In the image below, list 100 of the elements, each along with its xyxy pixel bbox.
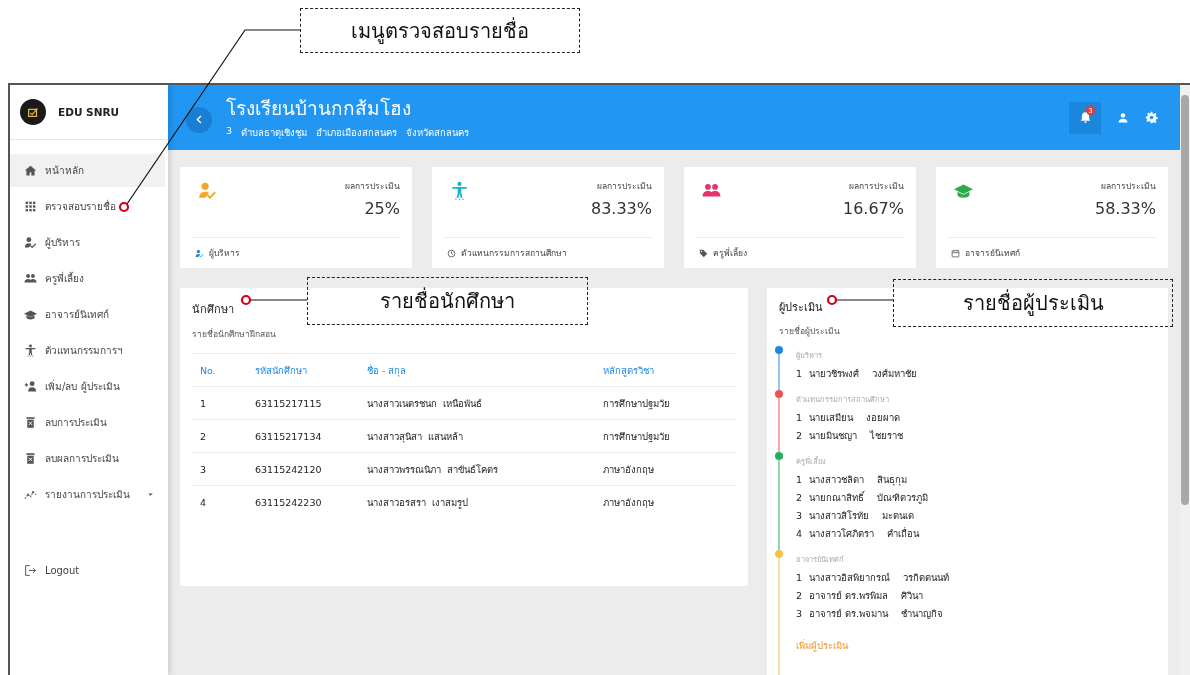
person-number: 3 (796, 509, 803, 521)
table-cell: 1 (192, 386, 247, 420)
menu-item[interactable]: ตรวจสอบรายชื่อ (10, 190, 165, 223)
person-name: อาจารย์ ดร.พจมาน (809, 606, 889, 621)
table-cell: 63115242120 (247, 452, 359, 486)
menu-item[interactable]: อาจารย์นิเทศก์ (10, 298, 165, 331)
school-name: โรงเรียนบ้านกกส้มโฮง (226, 95, 412, 120)
table-cell: 63115217115 (247, 386, 359, 420)
user-icon (1117, 111, 1129, 124)
person-surname: สินธุกุม (877, 472, 908, 487)
person-number: 1 (796, 571, 803, 583)
person-name: อาจารย์ ดร.พรพิมล (809, 588, 889, 603)
graduation-cap-icon (24, 308, 37, 321)
address-text: อำเภอเมืองสกลนคร (316, 125, 398, 140)
line-chart-icon (24, 488, 37, 501)
user-check-icon (195, 248, 204, 258)
menu-item[interactable]: ลบการประเมิน (10, 406, 165, 439)
menu-item[interactable]: ผู้บริหาร (10, 226, 165, 259)
person-number: 2 (796, 589, 803, 601)
person-number: 1 (796, 473, 803, 485)
trash-icon (24, 416, 37, 429)
leader-line (835, 299, 894, 301)
result-value: 83.33% (591, 199, 652, 218)
result-value: 25% (363, 199, 400, 218)
table-cell: 63115217134 (247, 419, 359, 453)
calendar-icon (951, 248, 960, 258)
person-name: นางสาวโศภิตรา (809, 526, 875, 541)
table-cell: ภาษาอังกฤษ (595, 485, 736, 518)
person-surname: ศิวินา (901, 588, 924, 603)
callout-marker (826, 294, 838, 306)
menu-item[interactable]: เพิ่ม/ลบ ผู้ประเมิน (10, 370, 165, 403)
result-label: ผลการประเมิน (1100, 180, 1156, 193)
trash-icon (24, 452, 37, 465)
person-name: นางสาวอิสพิยากรณ์ (809, 570, 891, 585)
user-plus-icon (24, 380, 37, 393)
result-label: ผลการประเมิน (345, 180, 400, 193)
person-number: 2 (796, 491, 803, 503)
person-surname: มะตนเด (882, 508, 915, 523)
table-cell: 3 (192, 452, 247, 486)
person-surname: บัณฑิตวรภูมิ (877, 490, 929, 505)
callout-box: รายชื่อนักศึกษา (307, 277, 588, 325)
person-name: นางสาวชลิดา (809, 472, 865, 487)
card-footer-text: อาจารย์นิเทศก์ (965, 247, 1020, 260)
settings-button[interactable] (1145, 111, 1158, 124)
person-surname: คำเถื่อน (887, 526, 920, 541)
person-number: 3 (796, 607, 803, 619)
person-number: 4 (796, 527, 803, 539)
menu-item[interactable]: ครูพี่เลี้ยง (10, 262, 165, 295)
person-surname: วรกิตตนนท์ (903, 570, 950, 585)
person-icon (24, 344, 37, 357)
menu-item[interactable]: ตัวแทนกรรมการฯ (10, 334, 165, 367)
person-surname: งอยผาด (866, 410, 901, 425)
address-text: 3 (226, 124, 233, 138)
logout-item[interactable]: Logout (10, 554, 165, 587)
table-cell: นางสาวเนตรชนก เหนือพันธ์ (359, 386, 595, 420)
callout-marker (118, 201, 130, 213)
person-number: 1 (796, 411, 803, 423)
table-cell: 2 (192, 419, 247, 453)
person-name: นายวชิรพงศ์ (809, 366, 860, 381)
table-cell: นางสาวสุนิสา แสนหล้า (359, 419, 595, 453)
menu-item[interactable]: หน้าหลัก (10, 154, 165, 187)
menu-item[interactable]: ลบผลการประเมิน (10, 442, 165, 475)
logout-icon (24, 564, 37, 577)
result-label: ผลการประเมิน (596, 180, 652, 193)
result-value: 16.67% (843, 199, 904, 218)
user-check-icon (24, 236, 37, 249)
settings-icon (1145, 111, 1158, 124)
person-surname: วงศ์มหาชัย (872, 366, 918, 381)
person-name: นายเสมียน (809, 410, 854, 425)
person-name: นายมินชญา (809, 428, 858, 443)
callout-box: รายชื่อผู้ประเมิน (893, 279, 1173, 327)
logo-icon (20, 99, 46, 125)
back-button[interactable] (186, 106, 212, 133)
person-surname: ชำนาญกิจ (901, 606, 944, 621)
card-footer-text: ครูพี่เลี้ยง (713, 246, 747, 260)
person-name: นายกณาสิทธิ์ (809, 489, 865, 505)
address-text: ตำบลธาตุเชิงชุม (241, 125, 308, 140)
result-value: 58.33% (1095, 199, 1156, 218)
address-text: จังหวัดสกลนคร (406, 125, 470, 140)
table-cell: 4 (192, 485, 247, 518)
panel-subtitle: รายชื่อผู้ประเมิน (779, 324, 841, 338)
column-header: No. (192, 353, 247, 387)
clock-icon (447, 248, 456, 258)
grid-icon (24, 200, 37, 213)
person-surname: ไชยราช (870, 428, 904, 443)
table-cell: การศึกษาปฐมวัย (595, 419, 736, 453)
table-cell: นางสาวอรสรา เงาสมรูป (359, 485, 595, 518)
callout-marker (240, 294, 252, 306)
table-cell: การศึกษาปฐมวัย (595, 386, 736, 420)
column-header: ชื่อ - สกุล (359, 353, 595, 387)
panel-title: นักศึกษา (192, 302, 234, 318)
home-icon (24, 164, 37, 177)
card-footer-text: ตัวแทนกรรมการสถานศึกษา (461, 247, 567, 260)
panel-subtitle: รายชื่อนักศึกษาฝึกสอน (192, 327, 277, 341)
user-button[interactable] (1117, 111, 1129, 124)
brand-name: EDU SNRU (58, 106, 120, 118)
scrollbar[interactable] (1180, 85, 1190, 675)
callout-box: เมนูตรวจสอบรายชื่อ (300, 8, 580, 53)
panel-title: ผู้ประเมิน (779, 300, 823, 316)
menu-item[interactable]: รายงานการประเมิน (10, 478, 165, 511)
